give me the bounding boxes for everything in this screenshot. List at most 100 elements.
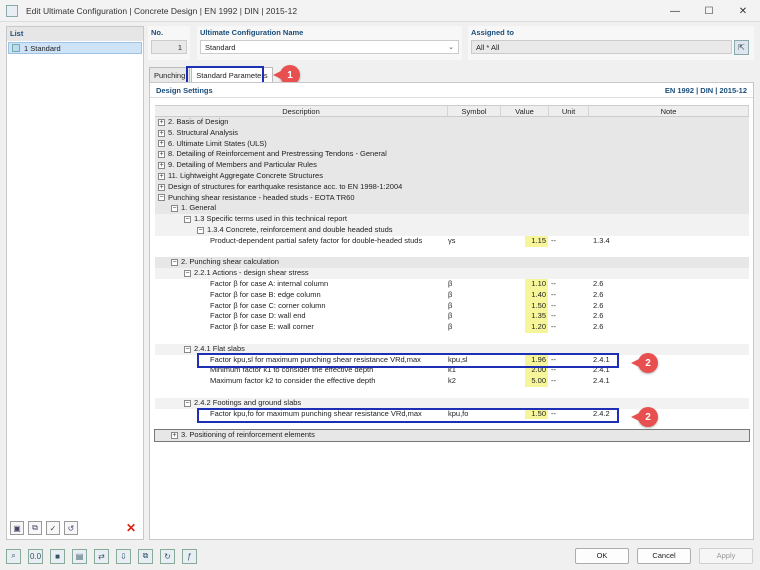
col-unit[interactable]: Unit [549, 106, 589, 116]
table-row[interactable]: Factor β for case D: wall end β 1.35 -- 2.6 [155, 311, 749, 323]
col-symbol[interactable]: Symbol [448, 106, 501, 116]
table-row[interactable]: −1.3 Specific terms used in this technic… [155, 214, 749, 225]
search-icon[interactable]: ⌕ [6, 548, 21, 564]
row-description: 9. Detailing of Members and Particular R… [168, 160, 317, 170]
collapse-icon[interactable]: − [184, 270, 191, 278]
row-value[interactable]: 5.00 [525, 376, 548, 387]
collapse-icon[interactable]: − [184, 399, 191, 407]
row-value-cell[interactable]: 1.20 [501, 322, 549, 333]
select-objects-icon[interactable]: ⇱ [734, 40, 749, 55]
name-select[interactable]: Standard ⌄ [200, 40, 459, 54]
expand-icon[interactable]: + [158, 140, 165, 148]
copy-item-icon[interactable]: ⧉ [28, 521, 42, 535]
check-all-icon[interactable]: ✓ [46, 521, 60, 535]
export-icon[interactable]: ⇄ [94, 548, 109, 564]
row-symbol [448, 430, 501, 441]
col-value[interactable]: Value [501, 106, 549, 116]
row-value-cell[interactable]: 1.10 [501, 278, 549, 290]
expand-icon[interactable]: + [158, 118, 165, 126]
row-value-cell[interactable]: 1.35 [501, 311, 549, 323]
row-value[interactable]: 1.40 [525, 289, 548, 301]
expand-icon[interactable]: + [158, 172, 165, 180]
table-row[interactable] [155, 246, 749, 258]
collapse-icon[interactable]: − [197, 226, 204, 234]
row-value-cell[interactable]: 1.15 [501, 235, 549, 247]
table-row[interactable]: +9. Detailing of Members and Particular … [155, 160, 749, 171]
minimize-button[interactable]: — [658, 0, 692, 22]
expand-icon[interactable]: + [158, 183, 165, 191]
table-row[interactable]: +5. Structural Analysis [155, 127, 749, 139]
new-item-icon[interactable]: ▣ [10, 521, 24, 535]
row-value[interactable]: 1.35 [525, 311, 548, 323]
copy-icon[interactable]: ⧉ [138, 548, 153, 564]
table-row[interactable]: −1. General [155, 203, 749, 215]
row-value-cell[interactable]: 1.40 [501, 289, 549, 301]
list-toolbar: ▣ ⧉ ✓ ↺ ✕ [6, 518, 144, 538]
collapse-icon[interactable]: − [158, 194, 165, 202]
table-row[interactable] [155, 386, 749, 398]
row-unit [549, 398, 589, 409]
row-value[interactable]: 1.50 [525, 300, 548, 312]
row-value[interactable]: 1.10 [525, 278, 548, 290]
row-value[interactable]: 1.20 [525, 322, 548, 333]
units-icon[interactable]: 0.0 [28, 548, 43, 564]
color-icon[interactable]: ■ [50, 548, 65, 564]
row-unit [549, 171, 589, 182]
uncheck-all-icon[interactable]: ↺ [64, 521, 78, 535]
table-row[interactable]: Factor β for case A: internal column β 1.1… [155, 278, 749, 290]
row-value-cell [501, 128, 549, 139]
table-row[interactable]: −2. Punching shear calculation [155, 257, 749, 269]
table-row[interactable]: +11. Lightweight Aggregate Concrete Stru… [155, 170, 749, 182]
delete-icon[interactable]: ✕ [124, 521, 138, 535]
table-row[interactable]: Maximum factor k2 to consider the effect… [155, 376, 749, 387]
row-value-cell[interactable]: 1.50 [501, 300, 549, 312]
collapse-icon[interactable]: − [171, 205, 178, 213]
table-row[interactable]: +8. Detailing of Reinforcement and Prest… [155, 149, 749, 161]
table-row[interactable]: +6. Ultimate Limit States (ULS) [155, 138, 749, 150]
table-row[interactable]: + Design of structures for earthquake res… [155, 181, 749, 193]
row-note [589, 398, 749, 409]
import-icon[interactable]: ⇩ [116, 548, 131, 564]
table-row[interactable]: Factor β for case B: edge column β 1.40 -- 2… [155, 289, 749, 301]
cancel-button[interactable]: Cancel [637, 548, 691, 564]
expand-icon[interactable]: + [158, 151, 165, 159]
table-row[interactable]: −2.2.1 Actions - design shear stress [155, 268, 749, 279]
table-icon[interactable]: ▤ [72, 548, 87, 564]
row-unit [549, 430, 589, 441]
maximize-button[interactable]: ☐ [692, 0, 726, 22]
list-item-label: 1 Standard [24, 43, 61, 53]
table-row[interactable]: +3. Positioning of reinforcement element… [154, 429, 750, 442]
row-value-cell [501, 225, 549, 236]
table-row[interactable]: Product-dependent partial safety factor … [155, 235, 749, 247]
table-row[interactable]: −1.3.4 Concrete, reinforcement and doubl… [155, 224, 749, 236]
table-row[interactable]: Factor β for case C: corner column β 1.50-… [155, 300, 749, 312]
row-unit [549, 139, 589, 150]
table-row[interactable] [155, 332, 749, 344]
col-note[interactable]: Note [589, 106, 749, 116]
expand-icon[interactable]: + [171, 432, 178, 439]
list-item[interactable]: 1 Standard [8, 42, 142, 54]
collapse-icon[interactable]: − [171, 259, 178, 267]
assigned-field[interactable]: All * All [471, 40, 732, 54]
apply-button[interactable]: Apply [699, 548, 753, 564]
row-note [589, 182, 749, 193]
ok-button[interactable]: OK [575, 548, 629, 564]
row-value[interactable]: 1.15 [525, 235, 548, 247]
table-row[interactable]: −2.4.2 Footings and ground slabs [155, 397, 749, 409]
tab-punching[interactable]: Punching [149, 67, 191, 83]
row-unit [549, 387, 589, 398]
list-header: List [7, 27, 143, 41]
row-value-cell[interactable]: 5.00 [501, 376, 549, 387]
collapse-icon[interactable]: − [184, 345, 191, 353]
collapse-icon[interactable]: − [184, 216, 191, 224]
table-row[interactable]: +2. Basis of Design [155, 117, 749, 128]
table-row[interactable]: − Punching shear resistance - headed stud… [155, 192, 749, 204]
row-symbol [448, 128, 501, 139]
expand-icon[interactable]: + [158, 162, 165, 170]
expand-icon[interactable]: + [158, 129, 165, 137]
formula-icon[interactable]: ƒ [182, 548, 197, 564]
table-row[interactable]: Factor β for case E: wall corner β 1.20 -- 2… [155, 322, 749, 333]
close-button[interactable]: ✕ [726, 0, 760, 22]
reset-icon[interactable]: ↻ [160, 548, 175, 564]
col-description[interactable]: Description [155, 106, 448, 116]
